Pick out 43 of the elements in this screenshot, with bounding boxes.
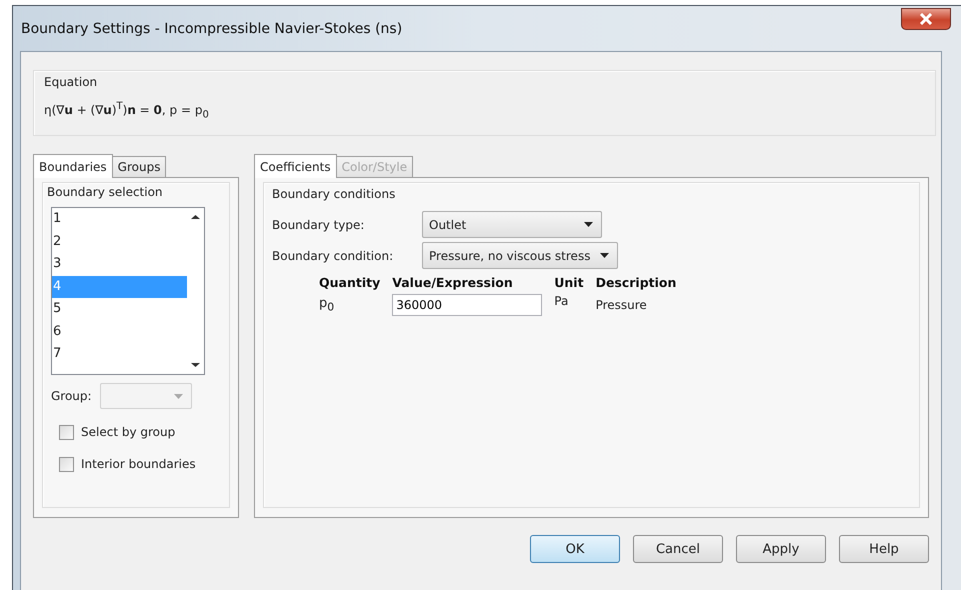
group-label: Boundary conditions — [272, 187, 396, 201]
close-button[interactable] — [901, 8, 951, 30]
list-item[interactable]: 3 — [52, 253, 187, 276]
caret-icon — [174, 394, 183, 398]
dialog-button[interactable]: Help — [839, 535, 929, 563]
column-header: Quantity — [319, 275, 380, 290]
unit-text: Pa — [554, 294, 570, 308]
tab[interactable]: Coefficients — [254, 154, 337, 178]
scroll-up-icon[interactable] — [191, 214, 200, 220]
caret-icon — [600, 253, 610, 258]
dialog-button[interactable]: Cancel — [633, 535, 723, 563]
boundary-list[interactable]: 1 2 3 4 5 6 7 — [51, 207, 205, 375]
group-label: Boundary selection — [47, 185, 164, 199]
quantity-symbol: p$_{0}$ — [319, 296, 336, 314]
close-icon — [919, 12, 933, 24]
list-item[interactable]: 2 — [52, 230, 187, 253]
column-header: Value/Expression — [392, 275, 514, 290]
checkbox[interactable] — [59, 424, 74, 440]
column-header: Unit — [554, 275, 584, 290]
checkbox[interactable] — [59, 456, 74, 472]
dropdown[interactable]: Outlet — [422, 211, 602, 238]
dialog-button[interactable]: OK — [530, 535, 620, 563]
group-label: Equation — [44, 75, 98, 89]
caret-icon — [584, 222, 593, 227]
window-title: Boundary Settings - Incompressible Navier-Stokes (ns) — [20, 20, 402, 36]
description-text: Pressure — [596, 298, 648, 312]
equation-text: η(∇u + (∇u)$^{T}$)n = 0, p = p$_{0}$ — [44, 101, 210, 120]
field-label: Boundary type: — [272, 218, 366, 232]
checkbox-label: Interior boundaries — [81, 457, 196, 471]
checkbox-label: Select by group — [81, 425, 176, 439]
list-item[interactable]: 6 — [52, 320, 187, 343]
list-item[interactable]: 7 — [52, 343, 187, 366]
field-label: Boundary condition: — [272, 248, 394, 262]
scroll-down-icon[interactable] — [191, 362, 200, 368]
list-item[interactable]: 1 — [52, 208, 187, 230]
tab[interactable]: Boundaries — [33, 154, 113, 178]
tab[interactable]: Groups — [112, 156, 166, 177]
list-item[interactable]: 5 — [52, 298, 187, 320]
dropdown[interactable]: Pressure, no viscous stress — [422, 242, 618, 269]
dialog-button[interactable]: Apply — [736, 535, 826, 563]
column-header: Description — [596, 275, 676, 290]
value-input[interactable]: 360000 — [392, 294, 542, 316]
group-label: Group: — [51, 389, 92, 403]
